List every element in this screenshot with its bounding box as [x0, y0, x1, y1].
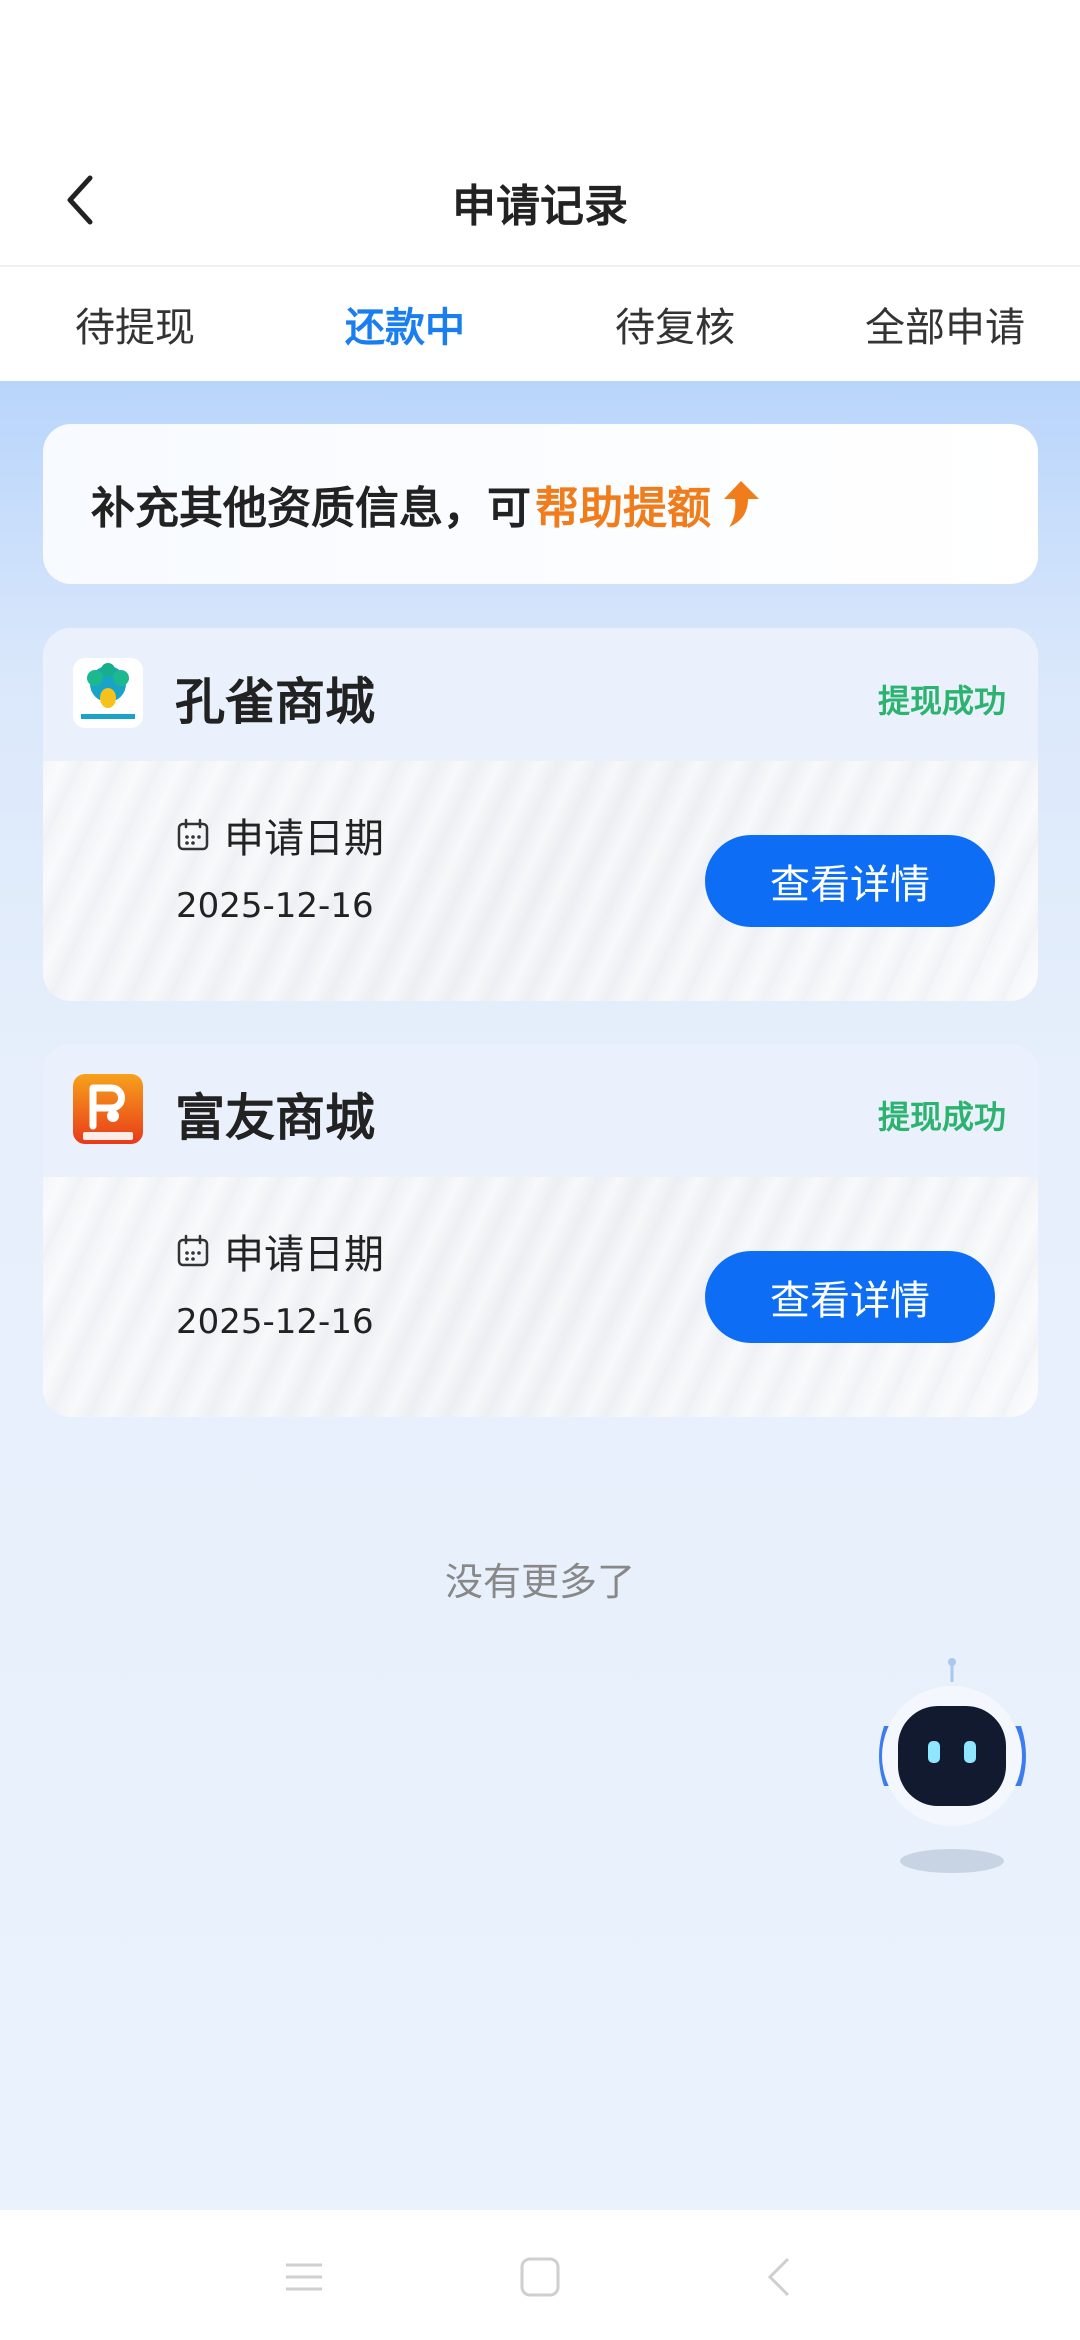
back-gesture-icon[interactable]: [758, 2255, 802, 2299]
merchant-name: 富友商城: [175, 1089, 375, 1147]
status-bar: [0, 0, 1080, 130]
record-card: 富友商城 提现成功 申请日期 2025-12-16 查看详情: [43, 1044, 1038, 1417]
calendar-icon: [177, 818, 209, 851]
date-row: 申请日期: [176, 1222, 384, 1280]
card-body: 申请日期 2025-12-16 查看详情: [43, 761, 1038, 1001]
arrow-up-icon: [721, 479, 761, 529]
home-icon[interactable]: [518, 2255, 562, 2299]
content-area: 补充其他资质信息，可 帮助提额 孔雀商城 提现成功 申请日期 2025-12-1…: [0, 381, 1080, 2210]
tab-pending-review[interactable]: 待复核: [540, 267, 810, 381]
card-header: 孔雀商城 提现成功: [43, 628, 1038, 761]
date-value: 2025-12-16: [176, 1302, 374, 1342]
calendar-icon: [177, 1234, 209, 1267]
date-value: 2025-12-16: [176, 886, 374, 926]
date-label: 申请日期: [224, 1232, 384, 1278]
robot-assistant-icon[interactable]: [870, 1656, 1035, 1876]
status-badge: 提现成功: [877, 682, 1006, 720]
date-row: 申请日期: [176, 806, 384, 864]
record-card: 孔雀商城 提现成功 申请日期 2025-12-16 查看详情: [43, 628, 1038, 1001]
promo-highlight: 帮助提额: [535, 483, 711, 534]
view-details-button[interactable]: 查看详情: [705, 1251, 995, 1343]
card-body: 申请日期 2025-12-16 查看详情: [43, 1177, 1038, 1417]
tab-pending-withdraw[interactable]: 待提现: [0, 267, 270, 381]
tab-all-applications[interactable]: 全部申请: [810, 267, 1080, 381]
no-more-text: 没有更多了: [444, 1560, 635, 1604]
promo-banner[interactable]: 补充其他资质信息，可 帮助提额: [43, 424, 1038, 584]
system-navigation-bar: [0, 2210, 1080, 2340]
merchant-name: 孔雀商城: [175, 673, 375, 731]
tab-bar: 待提现 还款中 待复核 全部申请: [0, 267, 1080, 381]
nav-bar: 申请记录: [0, 130, 1080, 265]
peacock-logo-icon: [73, 658, 143, 728]
fuyou-logo-icon: [73, 1074, 143, 1144]
tab-repaying[interactable]: 还款中: [270, 267, 540, 381]
view-details-button[interactable]: 查看详情: [705, 835, 995, 927]
page-title: 申请记录: [452, 181, 628, 232]
date-label: 申请日期: [224, 816, 384, 862]
status-badge: 提现成功: [877, 1098, 1006, 1136]
promo-text: 补充其他资质信息，可: [91, 483, 531, 534]
card-header: 富友商城 提现成功: [43, 1044, 1038, 1177]
menu-icon[interactable]: [282, 2255, 326, 2299]
